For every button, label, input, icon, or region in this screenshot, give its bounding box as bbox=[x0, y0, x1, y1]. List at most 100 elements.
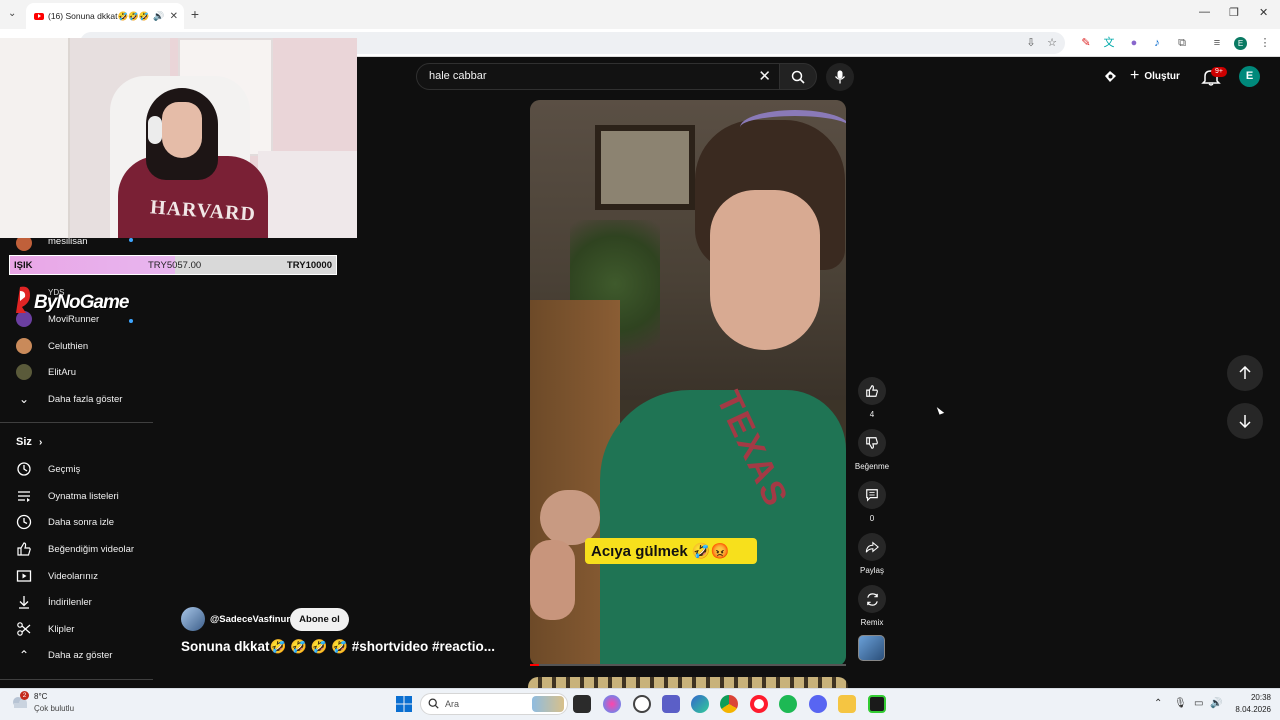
media-control-icon[interactable]: ≡ bbox=[1210, 36, 1224, 50]
comment-count: 0 bbox=[869, 514, 875, 523]
restore-button[interactable]: ❐ bbox=[1229, 6, 1239, 19]
file-explorer-icon[interactable] bbox=[838, 695, 856, 713]
chrome-icon[interactable] bbox=[720, 695, 738, 713]
sidebar-channel-elitaru[interactable]: ElitAru bbox=[0, 359, 152, 385]
extension-blob-icon[interactable]: ● bbox=[1127, 36, 1141, 50]
comment-icon bbox=[866, 489, 878, 502]
new-tab-button[interactable]: + bbox=[187, 6, 203, 22]
remix-button[interactable] bbox=[858, 585, 886, 613]
clock-time[interactable]: 20:38 bbox=[1241, 693, 1271, 702]
sidebar-show-more[interactable]: ⌄ Daha fazla göster bbox=[0, 386, 152, 412]
search-button[interactable] bbox=[779, 63, 817, 90]
share-button[interactable] bbox=[858, 533, 886, 561]
arrow-down-icon bbox=[1239, 415, 1251, 428]
video-progress-bar[interactable] bbox=[530, 664, 846, 666]
sidebar-item-downloads[interactable]: İndirilenler bbox=[0, 589, 152, 615]
short-video-player[interactable]: TEXAS bbox=[530, 100, 846, 666]
clock-date[interactable]: 8.04.2026 bbox=[1225, 705, 1271, 714]
webcam-overlay: HARVARD bbox=[0, 38, 357, 238]
chevron-up-icon: ⌃ bbox=[18, 648, 30, 662]
tray-microphone-icon[interactable]: 🎙 bbox=[1174, 698, 1187, 709]
copilot-icon[interactable] bbox=[603, 695, 621, 713]
task-view-icon[interactable] bbox=[573, 695, 591, 713]
bookmark-star-icon[interactable]: ☆ bbox=[1045, 36, 1059, 50]
search-input[interactable]: hale cabbar ✕ bbox=[416, 63, 780, 90]
tab-close-icon[interactable]: ✕ bbox=[170, 11, 178, 22]
like-button[interactable] bbox=[858, 377, 886, 405]
live-indicator bbox=[129, 238, 133, 242]
thumbs-up-icon bbox=[17, 542, 31, 556]
close-window-button[interactable]: ✕ bbox=[1259, 6, 1268, 19]
profile-avatar[interactable]: E bbox=[1234, 37, 1247, 50]
tray-volume-icon[interactable]: 🔊 bbox=[1210, 698, 1222, 709]
tab-audio-icon[interactable]: 🔊 bbox=[153, 11, 164, 22]
notification-badge: 9+ bbox=[1211, 67, 1227, 77]
youtube-favicon-icon bbox=[34, 12, 44, 20]
dislike-button[interactable] bbox=[858, 429, 886, 457]
sidebar-item-your-videos[interactable]: Videolarınız bbox=[0, 563, 152, 589]
spotify-icon[interactable] bbox=[779, 695, 797, 713]
sidebar-item-watch-later[interactable]: Daha sonra izle bbox=[0, 509, 152, 535]
search-query: hale cabbar bbox=[429, 70, 487, 82]
edge-icon[interactable] bbox=[691, 695, 709, 713]
teams-icon[interactable] bbox=[662, 695, 680, 713]
extensions-puzzle-icon[interactable]: ⧉ bbox=[1175, 36, 1189, 50]
sidebar-you-heading[interactable]: Siz › bbox=[16, 436, 42, 448]
dislike-label: Beğenme bbox=[854, 462, 890, 471]
subscribe-button[interactable]: Abone ol bbox=[290, 608, 349, 631]
thumbs-down-icon bbox=[866, 437, 878, 449]
sidebar-channel-celuthien[interactable]: Celuthien bbox=[0, 333, 152, 359]
share-icon bbox=[865, 541, 879, 553]
browser-tab[interactable]: (16) Sonuna dkkat🤣🤣🤣 🔊 ✕ bbox=[26, 3, 184, 29]
clock-icon bbox=[16, 514, 32, 530]
extension-sound-icon[interactable]: ♪ bbox=[1150, 36, 1164, 50]
sidebar-item-playlists[interactable]: Oynatma listeleri bbox=[0, 483, 152, 509]
taskbar-search-placeholder: Ara bbox=[445, 699, 460, 709]
sidebar-item-clips[interactable]: Klipler bbox=[0, 616, 152, 642]
previous-short-button[interactable] bbox=[1227, 355, 1263, 391]
install-app-icon[interactable]: ⇩ bbox=[1024, 36, 1038, 50]
remix-icon bbox=[866, 592, 878, 606]
weather-description[interactable]: Çok bulutlu bbox=[34, 704, 74, 713]
like-count: 4 bbox=[869, 410, 875, 419]
next-short-button[interactable] bbox=[1227, 403, 1263, 439]
donation-goal-bar: IŞIK TRY5057.00 TRY10000 bbox=[9, 255, 337, 275]
headset-icon bbox=[148, 116, 162, 144]
opera-icon[interactable] bbox=[750, 695, 768, 713]
channel-avatar bbox=[16, 338, 32, 354]
donation-goal: TRY10000 bbox=[286, 260, 332, 271]
account-avatar[interactable]: E bbox=[1239, 66, 1260, 87]
comments-button[interactable] bbox=[858, 481, 886, 509]
create-button[interactable]: + Oluştur bbox=[1130, 66, 1192, 86]
chevron-right-icon: › bbox=[38, 437, 43, 448]
sound-thumbnail[interactable] bbox=[858, 635, 885, 661]
weather-temperature[interactable]: 8°C bbox=[34, 692, 47, 701]
channel-avatar bbox=[16, 364, 32, 380]
discord-icon[interactable] bbox=[809, 695, 827, 713]
sidebar-show-less[interactable]: ⌃ Daha az göster bbox=[0, 642, 152, 668]
channel-name[interactable]: @SadeceVasfinur bbox=[210, 614, 290, 625]
tray-display-icon[interactable]: ▭ bbox=[1194, 698, 1203, 709]
channel-avatar[interactable] bbox=[181, 607, 205, 631]
app-icon[interactable] bbox=[868, 695, 886, 713]
chevron-down-icon: ⌄ bbox=[18, 392, 30, 406]
short-title[interactable]: Sonuna dkkat🤣 🤣 🤣 🤣 #shortvideo #reactio… bbox=[181, 639, 495, 655]
settings-gear-icon[interactable] bbox=[633, 695, 651, 713]
extension-icon[interactable]: ✎ bbox=[1079, 36, 1093, 50]
tab-search-icon[interactable]: ⌄ bbox=[8, 8, 16, 19]
voice-search-button[interactable] bbox=[826, 63, 854, 91]
clear-search-icon[interactable]: ✕ bbox=[758, 67, 771, 85]
extension-translate-icon[interactable]: 文 bbox=[1102, 36, 1116, 50]
bynogame-logo-text: ByNoGame bbox=[34, 292, 129, 313]
video-caption: Acıya gülmek 🤣😡 bbox=[585, 538, 757, 564]
tray-chevron-up-icon[interactable]: ⌃ bbox=[1154, 698, 1162, 709]
sidebar-item-history[interactable]: Geçmiş bbox=[0, 456, 152, 482]
minimize-button[interactable]: — bbox=[1199, 6, 1210, 18]
video-progress-fill bbox=[530, 664, 540, 666]
chrome-menu-icon[interactable]: ⋮ bbox=[1258, 36, 1272, 50]
search-highlight-icon[interactable] bbox=[532, 696, 564, 712]
history-icon bbox=[17, 462, 31, 476]
creator-studio-icon[interactable] bbox=[1103, 69, 1118, 84]
sidebar-item-liked-videos[interactable]: Beğendiğim videolar bbox=[0, 536, 152, 562]
windows-start-icon[interactable] bbox=[396, 696, 412, 712]
